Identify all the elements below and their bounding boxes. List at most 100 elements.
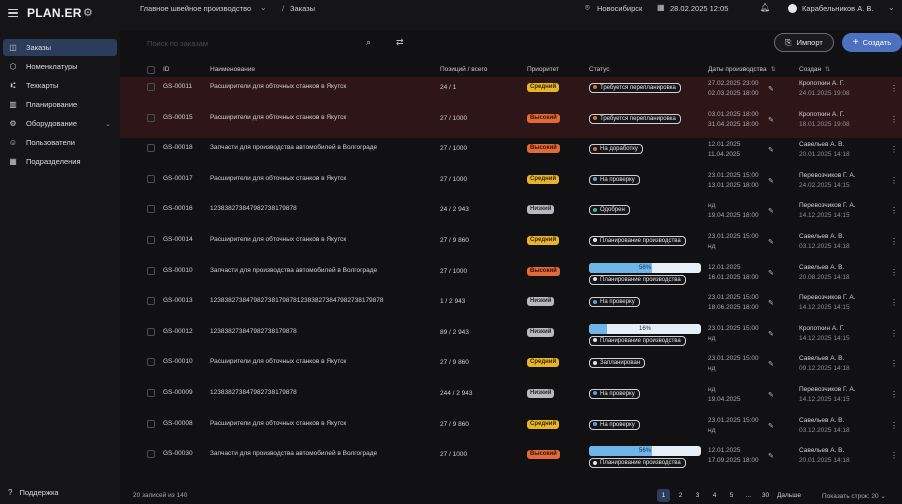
order-id[interactable]: GS-00011 bbox=[163, 83, 192, 90]
edit-dates-icon[interactable]: ✎ bbox=[768, 238, 774, 246]
table-row[interactable]: GS-00030 Запчасти для производства автомо… bbox=[120, 444, 902, 475]
sidebar-item-gear[interactable]: ⚙ Оборудование ⌄ bbox=[3, 115, 117, 132]
sidebar-item-flow[interactable]: ⑆ Техкарты bbox=[3, 77, 117, 94]
order-id[interactable]: GS-00012 bbox=[163, 328, 193, 335]
column-dates[interactable]: Даты производства ⇅ bbox=[708, 66, 776, 73]
support-link[interactable]: ? Поддержка bbox=[8, 488, 59, 497]
order-name[interactable]: Запчасти для производства автомобилей в … bbox=[210, 450, 377, 457]
page-button[interactable]: 4 bbox=[708, 489, 721, 502]
row-checkbox[interactable] bbox=[147, 358, 155, 367]
column-positions[interactable]: Позиций / всего bbox=[440, 66, 487, 73]
edit-dates-icon[interactable]: ✎ bbox=[768, 85, 774, 93]
order-name[interactable]: Расширители для обточных станков в Якутс… bbox=[210, 236, 346, 243]
row-checkbox[interactable] bbox=[147, 205, 155, 214]
order-id[interactable]: GS-00014 bbox=[163, 236, 193, 243]
page-button[interactable]: 1 bbox=[657, 489, 670, 502]
order-name[interactable]: Расширители для обточных станков в Якутс… bbox=[210, 175, 346, 182]
status-badge[interactable]: Одобрен bbox=[589, 205, 630, 216]
select-all-checkbox[interactable] bbox=[147, 66, 155, 74]
sidebar-item-orders[interactable]: ◫ Заказы bbox=[3, 39, 117, 56]
order-name[interactable]: 1238382738479827381798781238382738479827… bbox=[210, 297, 384, 304]
status-badge[interactable]: Планирование производства bbox=[589, 335, 686, 346]
row-menu-icon[interactable]: ⋮ bbox=[890, 176, 898, 185]
edit-dates-icon[interactable]: ✎ bbox=[768, 422, 774, 430]
next-page-button[interactable]: Дальше bbox=[777, 489, 801, 502]
order-id[interactable]: GS-00010 bbox=[163, 267, 193, 274]
app-logo[interactable]: PLAN.ER bbox=[27, 6, 82, 20]
row-checkbox[interactable] bbox=[147, 113, 155, 122]
row-menu-icon[interactable]: ⋮ bbox=[890, 298, 898, 307]
table-row[interactable]: GS-00010 Запчасти для производства автомо… bbox=[120, 261, 902, 292]
edit-dates-icon[interactable]: ✎ bbox=[768, 269, 774, 277]
column-status[interactable]: Статус bbox=[589, 66, 610, 73]
sort-icon[interactable]: ⇅ bbox=[771, 67, 776, 73]
row-checkbox[interactable] bbox=[147, 83, 155, 91]
row-menu-icon[interactable]: ⋮ bbox=[890, 329, 898, 338]
row-checkbox[interactable] bbox=[147, 450, 155, 459]
sidebar-item-cube[interactable]: ⬡ Номенклатуры bbox=[3, 58, 117, 75]
status-badge[interactable]: На доработку bbox=[589, 144, 643, 155]
page-button[interactable]: 30 bbox=[759, 489, 772, 502]
row-menu-icon[interactable]: ⋮ bbox=[890, 237, 898, 246]
row-menu-icon[interactable]: ⋮ bbox=[890, 206, 898, 215]
chevron-down-icon[interactable]: ⌄ bbox=[105, 120, 111, 128]
column-id[interactable]: ID bbox=[163, 66, 170, 73]
status-badge[interactable]: На проверку bbox=[589, 389, 640, 399]
order-id[interactable]: GS-00010 bbox=[163, 358, 193, 365]
table-row[interactable]: GS-00015 Расширители для обточных станков… bbox=[120, 107, 902, 139]
row-menu-icon[interactable]: ⋮ bbox=[890, 359, 898, 368]
order-name[interactable]: 123838273847982738179878 bbox=[210, 328, 297, 335]
row-menu-icon[interactable]: ⋮ bbox=[890, 421, 898, 430]
order-name[interactable]: Расширители для обточных станков в Якутс… bbox=[210, 358, 346, 365]
table-row[interactable]: GS-00011 Расширители для обточных станков… bbox=[120, 77, 902, 108]
row-checkbox[interactable] bbox=[147, 144, 155, 153]
order-id[interactable]: GS-00016 bbox=[163, 205, 193, 212]
status-badge[interactable]: На проверку bbox=[589, 297, 640, 308]
row-menu-icon[interactable]: ⋮ bbox=[890, 84, 898, 93]
edit-dates-icon[interactable]: ✎ bbox=[768, 299, 774, 307]
row-menu-icon[interactable]: ⋮ bbox=[890, 145, 898, 154]
chevron-down-icon[interactable]: ⌄ bbox=[260, 3, 267, 12]
row-checkbox[interactable] bbox=[147, 419, 155, 428]
row-menu-icon[interactable]: ⋮ bbox=[890, 451, 898, 460]
order-id[interactable]: GS-00017 bbox=[163, 175, 193, 182]
order-id[interactable]: GS-00030 bbox=[163, 450, 193, 457]
sidebar-item-chart[interactable]: ▥ Планирование bbox=[3, 96, 117, 113]
column-priority[interactable]: Приоритет bbox=[527, 66, 559, 73]
avatar[interactable] bbox=[788, 4, 797, 13]
row-menu-icon[interactable]: ⋮ bbox=[890, 115, 898, 124]
order-name[interactable]: Запчасти для производства автомобилей в … bbox=[210, 144, 377, 151]
row-checkbox[interactable] bbox=[147, 174, 155, 183]
edit-dates-icon[interactable]: ✎ bbox=[768, 330, 774, 338]
filter-icon[interactable]: ⇄ bbox=[396, 37, 404, 48]
table-row[interactable]: GS-00013 12383827384798273817987812383827… bbox=[120, 291, 902, 322]
order-name[interactable]: Запчасти для производства автомобилей в … bbox=[210, 267, 377, 274]
chevron-down-icon[interactable]: ⌄ bbox=[888, 3, 895, 12]
status-badge[interactable]: Требуется перепланировка bbox=[589, 83, 681, 93]
table-row[interactable]: GS-00016 123838273847982738179878 24 / 2 9… bbox=[120, 199, 902, 230]
order-name[interactable]: 123838273847982738179878 bbox=[210, 389, 297, 396]
status-badge[interactable]: На проверку bbox=[589, 419, 640, 430]
row-checkbox[interactable] bbox=[147, 389, 155, 397]
page-button[interactable]: 3 bbox=[691, 489, 704, 502]
edit-dates-icon[interactable]: ✎ bbox=[768, 360, 774, 368]
status-badge[interactable]: Запланирован bbox=[589, 358, 646, 369]
order-name[interactable]: Расширители для обточных станков в Якутс… bbox=[210, 114, 346, 121]
order-name[interactable]: Расширители для обточных станков в Якутс… bbox=[210, 420, 346, 427]
row-checkbox[interactable] bbox=[147, 266, 155, 275]
search-icon[interactable]: ⌕ bbox=[366, 37, 371, 48]
row-checkbox[interactable] bbox=[147, 327, 155, 336]
column-name[interactable]: Наименование bbox=[210, 66, 255, 73]
import-button[interactable]: ⎘ Импорт bbox=[774, 33, 834, 52]
status-badge[interactable]: Планирование производства bbox=[589, 458, 686, 469]
order-id[interactable]: GS-00013 bbox=[163, 297, 193, 304]
rows-per-page-select[interactable]: Показать строк: 20 ⌄ bbox=[822, 492, 886, 500]
edit-dates-icon[interactable]: ✎ bbox=[768, 391, 774, 399]
status-badge[interactable]: Планирование производства bbox=[589, 236, 686, 246]
table-row[interactable]: GS-00012 123838273847982738179878 89 / 2 9… bbox=[120, 322, 902, 353]
row-checkbox[interactable] bbox=[147, 236, 155, 244]
order-name[interactable]: Расширители для обточных станков в Якутс… bbox=[210, 83, 346, 90]
edit-dates-icon[interactable]: ✎ bbox=[768, 207, 774, 215]
sidebar-item-building[interactable]: ▦ Подразделения bbox=[3, 153, 117, 170]
order-id[interactable]: GS-00015 bbox=[163, 114, 193, 121]
